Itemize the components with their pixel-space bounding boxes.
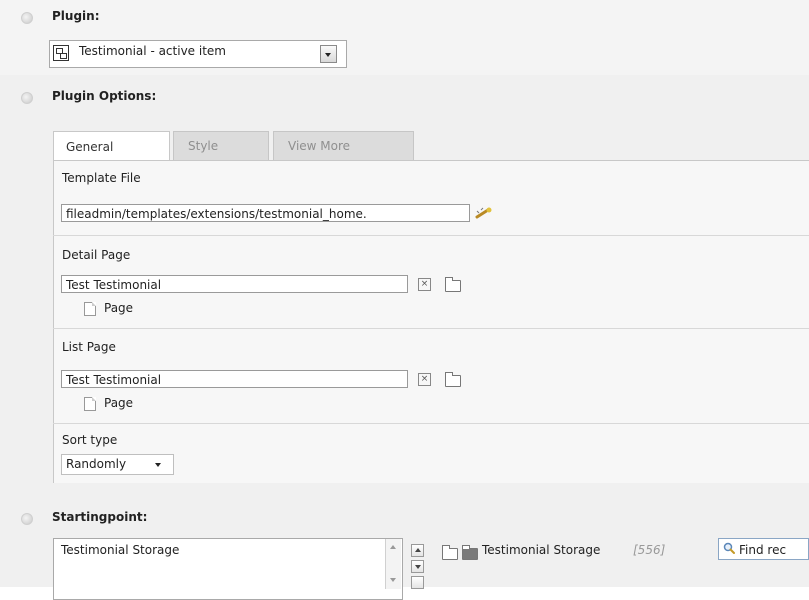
template-file-label: Template File — [62, 171, 141, 185]
page-icon — [84, 397, 96, 411]
tab-style[interactable]: Style — [173, 131, 269, 161]
tab-general-label: General — [66, 139, 114, 154]
chevron-down-icon[interactable] — [320, 45, 337, 63]
tab-view-more[interactable]: View More — [273, 131, 414, 161]
startingpoint-record-id: [556] — [633, 543, 666, 557]
startingpoint-record-name: Testimonial Storage — [482, 543, 601, 557]
chevron-down-icon[interactable] — [155, 463, 161, 467]
plugin-icon — [53, 45, 69, 61]
find-record-placeholder: Find rec — [739, 543, 787, 557]
startingpoint-selected-item[interactable]: Testimonial Storage — [61, 543, 179, 557]
sort-type-value: Randomly — [66, 457, 127, 471]
wizard-icon[interactable] — [474, 206, 496, 220]
folder-icon[interactable] — [442, 545, 458, 560]
divider — [53, 328, 809, 329]
list-page-label: List Page — [62, 340, 116, 354]
plugin-options-title: Plugin Options: — [52, 89, 157, 103]
scrollbar[interactable] — [385, 539, 401, 589]
detail-page-label: Detail Page — [62, 248, 131, 262]
plugin-section-title: Plugin: — [52, 9, 100, 23]
tab-view-more-label: View More — [288, 139, 351, 153]
close-icon[interactable]: × — [418, 278, 431, 291]
tab-general[interactable]: General — [53, 131, 170, 161]
tab-style-label: Style — [188, 139, 219, 153]
list-page-input[interactable]: Test Testimonial — [61, 370, 408, 388]
close-icon[interactable]: × — [418, 373, 431, 386]
divider — [53, 423, 809, 424]
help-icon[interactable] — [21, 12, 33, 24]
detail-page-input[interactable]: Test Testimonial — [61, 275, 408, 293]
folder-record-icon — [462, 545, 478, 560]
help-icon[interactable] — [21, 513, 33, 525]
search-icon — [723, 542, 735, 554]
move-down-button[interactable] — [411, 560, 424, 573]
detail-page-type: Page — [104, 301, 134, 315]
page-icon — [84, 302, 96, 316]
divider — [53, 235, 809, 236]
move-bottom-button[interactable] — [411, 576, 424, 589]
folder-icon[interactable] — [445, 372, 461, 387]
template-file-input[interactable]: fileadmin/templates/extensions/testmonia… — [61, 204, 470, 222]
list-page-type: Page — [104, 396, 134, 410]
help-icon[interactable] — [21, 92, 33, 104]
sort-type-label: Sort type — [62, 433, 118, 447]
move-up-button[interactable] — [411, 544, 424, 557]
startingpoint-title: Startingpoint: — [52, 510, 148, 524]
folder-icon[interactable] — [445, 277, 461, 292]
plugin-select-value: Testimonial - active item — [79, 44, 226, 58]
